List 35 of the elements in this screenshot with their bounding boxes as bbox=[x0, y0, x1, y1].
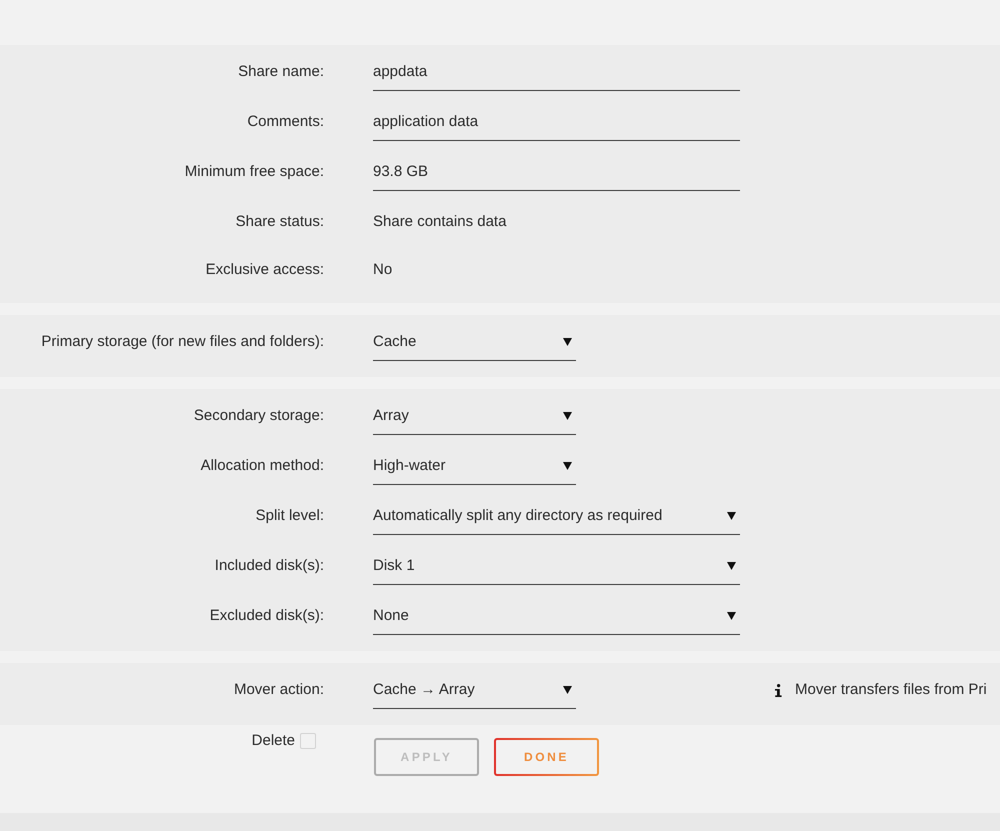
dropdown[interactable]: Cache → Array bbox=[373, 673, 576, 708]
field-label: Split level: bbox=[254, 506, 324, 526]
field-label: Primary storage (for new files and folders): bbox=[40, 332, 324, 352]
field-value: Share contains data bbox=[373, 212, 506, 232]
caret-icon bbox=[563, 412, 572, 420]
dropdown[interactable]: Disk 1 bbox=[373, 549, 740, 584]
dropdown[interactable]: High-water bbox=[373, 449, 576, 484]
checkbox[interactable] bbox=[300, 733, 316, 749]
caret-icon bbox=[727, 562, 736, 570]
dropdown[interactable]: Cache bbox=[373, 325, 576, 360]
caret-icon bbox=[727, 512, 736, 520]
field-label: Excluded disk(s): bbox=[208, 606, 324, 626]
field-label: Exclusive access: bbox=[204, 260, 324, 280]
info-text: Mover transfers files from Pri bbox=[795, 680, 987, 700]
text-field[interactable]: application data bbox=[373, 105, 740, 140]
caret-icon bbox=[563, 686, 572, 694]
field-label: Minimum free space: bbox=[184, 162, 324, 182]
dropdown[interactable]: Array bbox=[373, 399, 576, 434]
delete-label: Delete bbox=[252, 733, 295, 749]
caret-icon bbox=[727, 612, 736, 620]
caret-icon bbox=[563, 462, 572, 470]
field-label: Comments: bbox=[246, 112, 324, 132]
dropdown[interactable]: None bbox=[373, 599, 740, 634]
text-field[interactable]: appdata bbox=[373, 55, 740, 90]
field-label: Share status: bbox=[234, 212, 324, 232]
field-label: Allocation method: bbox=[200, 456, 324, 476]
caret-icon bbox=[563, 338, 572, 346]
dropdown[interactable]: Automatically split any directory as required bbox=[373, 499, 740, 534]
text-field[interactable]: 93.8 GB bbox=[373, 155, 740, 190]
field-label: Included disk(s): bbox=[214, 556, 324, 576]
info-icon bbox=[775, 684, 782, 696]
field-value: No bbox=[373, 260, 392, 280]
field-label: Secondary storage: bbox=[192, 406, 324, 426]
field-label: Share name: bbox=[237, 62, 324, 82]
field-label: Mover action: bbox=[232, 680, 324, 700]
